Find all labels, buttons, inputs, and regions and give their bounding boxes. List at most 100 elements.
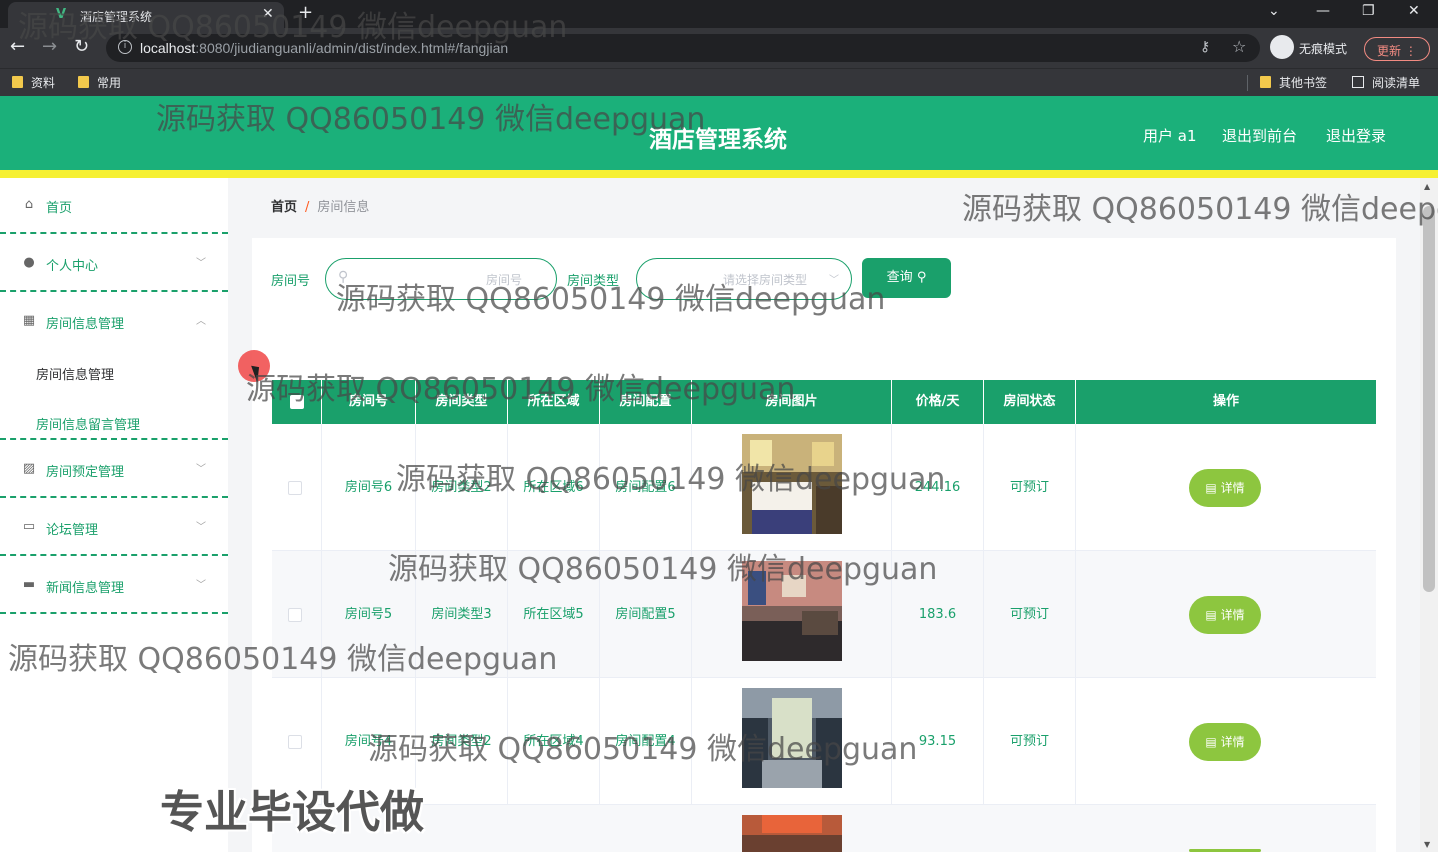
user-icon: ● bbox=[23, 255, 35, 270]
room-no-cell: 房间号5 bbox=[322, 551, 416, 678]
site-info-icon[interactable]: i bbox=[118, 40, 132, 54]
logout-link[interactable]: 退出登录 bbox=[1326, 125, 1386, 146]
query-button[interactable]: 查询 ⚲ bbox=[862, 258, 951, 298]
detail-button[interactable]: ▤ 详情 bbox=[1189, 469, 1261, 507]
detail-button[interactable]: ▤ 详情 bbox=[1189, 723, 1261, 761]
col-status: 房间状态 bbox=[984, 380, 1076, 424]
omnibox[interactable]: i localhost:8080/jiudianguanli/admin/dis… bbox=[106, 34, 1260, 62]
room-no-cell: 房间号6 bbox=[322, 424, 416, 551]
image-cell bbox=[692, 551, 892, 678]
sidebar-item-home[interactable]: ⌂ 首页 bbox=[0, 178, 228, 234]
tab-search-icon[interactable]: ⌄ bbox=[1268, 3, 1280, 19]
header-select-all[interactable] bbox=[272, 380, 322, 424]
row-select-cell bbox=[272, 551, 322, 678]
chevron-down-icon: ﹀ bbox=[196, 580, 206, 591]
row-checkbox[interactable] bbox=[288, 481, 302, 495]
breadcrumb-current: 房间信息 bbox=[317, 200, 370, 215]
forward-icon[interactable]: → bbox=[42, 36, 57, 57]
config-cell: 房间配置6 bbox=[600, 424, 692, 551]
table-row: 房间号5 房间类型3 所在区域5 房间配置5 183.6 可预订 ▤ 详情 bbox=[272, 551, 1376, 678]
key-icon[interactable]: ⚷ bbox=[1200, 39, 1210, 55]
chevron-up-icon: ︿ bbox=[196, 316, 206, 327]
room-type-label: 房间类型 bbox=[567, 274, 620, 289]
status-cell: 可预订 bbox=[984, 424, 1076, 551]
chevron-down-icon: ﹀ bbox=[196, 522, 206, 533]
other-bookmarks[interactable]: 其他书签 bbox=[1260, 74, 1327, 91]
status-cell: 可预订 bbox=[984, 678, 1076, 805]
status-cell: 可预订 bbox=[984, 551, 1076, 678]
tab-title: 酒店管理系统 bbox=[80, 10, 153, 24]
sidebar-subitem-room-info[interactable]: 房间信息管理 bbox=[36, 364, 114, 383]
room-type-select[interactable]: 请选择房间类型 ﹀ bbox=[636, 258, 852, 300]
url-text[interactable]: localhost:8080/jiudianguanli/admin/dist/… bbox=[140, 40, 508, 56]
row-checkbox[interactable] bbox=[288, 735, 302, 749]
col-actions: 操作 bbox=[1212, 394, 1239, 409]
restore-icon[interactable]: ❐ bbox=[1362, 3, 1375, 19]
select-all-checkbox[interactable] bbox=[290, 395, 304, 409]
room-type-cell: 房间类型2 bbox=[416, 678, 508, 805]
sidebar-item-forum[interactable]: ▭ 论坛管理 ﹀ bbox=[0, 500, 228, 556]
room-type-cell: 房间类型3 bbox=[416, 551, 508, 678]
bookmark-folder-changyong[interactable]: 常用 bbox=[78, 74, 121, 91]
image-cell bbox=[692, 424, 892, 551]
tab-close-icon[interactable]: ✕ bbox=[262, 6, 274, 22]
browser-tabbar: V 酒店管理系统 ✕ + ⌄ — ❐ ✕ bbox=[0, 0, 1438, 28]
area-cell: 所在区域4 bbox=[508, 678, 600, 805]
scroll-thumb[interactable] bbox=[1423, 206, 1435, 592]
col-area: 所在区域 bbox=[508, 380, 600, 424]
sidebar-subitem-room-comments[interactable]: 房间信息留言管理 bbox=[36, 414, 140, 433]
update-button[interactable]: 更新 ⋮ bbox=[1364, 37, 1430, 61]
sidebar-item-room-mgmt[interactable]: ▦ 房间信息管理 ︿ 房间信息管理 房间信息留言管理 bbox=[0, 294, 228, 440]
room-no-label: 房间号 bbox=[271, 274, 311, 289]
room-photo bbox=[742, 561, 842, 661]
breadcrumb: 首页 / 房间信息 bbox=[271, 196, 369, 215]
bookmark-star-icon[interactable]: ☆ bbox=[1232, 37, 1246, 56]
table-row: 房间号4 房间类型2 所在区域4 房间配置4 93.15 可预订 ▤ 详情 bbox=[272, 678, 1376, 805]
room-photo bbox=[742, 434, 842, 534]
briefcase-icon: ▬ bbox=[22, 577, 36, 592]
bookmark-folder-ziliao[interactable]: 资料 bbox=[12, 74, 55, 91]
app-header: 酒店管理系统 用户 a1 退出到前台 退出登录 bbox=[0, 96, 1438, 170]
page-scrollbar[interactable]: ▲ ▼ bbox=[1420, 178, 1438, 852]
breadcrumb-separator: / bbox=[305, 200, 310, 215]
sidebar-item-booking[interactable]: ▨ 房间预定管理 ﹀ bbox=[0, 442, 228, 498]
chat-icon: ▭ bbox=[22, 519, 36, 534]
user-name[interactable]: 用户 a1 bbox=[1143, 125, 1197, 146]
chart-icon: ▨ bbox=[22, 461, 36, 476]
config-cell: 房间配置5 bbox=[600, 551, 692, 678]
bookmarks-bar: 资料 常用 其他书签 阅读清单 bbox=[0, 68, 1438, 96]
reading-list[interactable]: 阅读清单 bbox=[1352, 74, 1420, 91]
reload-icon[interactable]: ↻ bbox=[74, 36, 89, 57]
chevron-down-icon: ﹀ bbox=[196, 258, 206, 269]
chevron-down-icon: ﹀ bbox=[196, 464, 206, 475]
col-room-no: 房间号 bbox=[322, 380, 416, 424]
room-photo bbox=[742, 688, 842, 788]
app-title: 酒店管理系统 bbox=[649, 127, 787, 153]
document-icon: ▤ bbox=[1205, 481, 1217, 495]
minimize-icon[interactable]: — bbox=[1316, 3, 1330, 19]
back-icon[interactable]: ← bbox=[10, 36, 25, 57]
table-row bbox=[272, 805, 1376, 852]
incognito-icon bbox=[1270, 35, 1294, 59]
new-tab-icon[interactable]: + bbox=[298, 2, 313, 23]
row-select-cell bbox=[272, 424, 322, 551]
room-type-cell: 房间类型2 bbox=[416, 424, 508, 551]
breadcrumb-home[interactable]: 首页 bbox=[271, 200, 297, 215]
sidebar-item-personal[interactable]: ● 个人中心 ﹀ bbox=[0, 236, 228, 292]
window-close-icon[interactable]: ✕ bbox=[1408, 3, 1420, 19]
col-image: 房间图片 bbox=[692, 380, 892, 424]
scroll-down-icon[interactable]: ▼ bbox=[1424, 840, 1430, 849]
browser-tab[interactable]: V 酒店管理系统 ✕ bbox=[8, 2, 284, 28]
folder-icon bbox=[78, 76, 89, 88]
scroll-up-icon[interactable]: ▲ bbox=[1424, 182, 1430, 191]
folder-icon bbox=[1260, 76, 1271, 88]
back-to-front-link[interactable]: 退出到前台 bbox=[1222, 125, 1297, 146]
address-bar-row: ← → ↻ i localhost:8080/jiudianguanli/adm… bbox=[0, 28, 1438, 68]
row-checkbox[interactable] bbox=[288, 608, 302, 622]
room-no-input[interactable]: ⚲ 房间号 bbox=[325, 258, 557, 300]
promo-text: 专业毕设代做 bbox=[160, 787, 424, 838]
sidebar-item-news[interactable]: ▬ 新闻信息管理 ﹀ bbox=[0, 558, 228, 614]
chevron-down-icon: ﹀ bbox=[829, 275, 839, 286]
detail-button[interactable]: ▤ 详情 bbox=[1189, 596, 1261, 634]
home-icon: ⌂ bbox=[24, 197, 34, 212]
